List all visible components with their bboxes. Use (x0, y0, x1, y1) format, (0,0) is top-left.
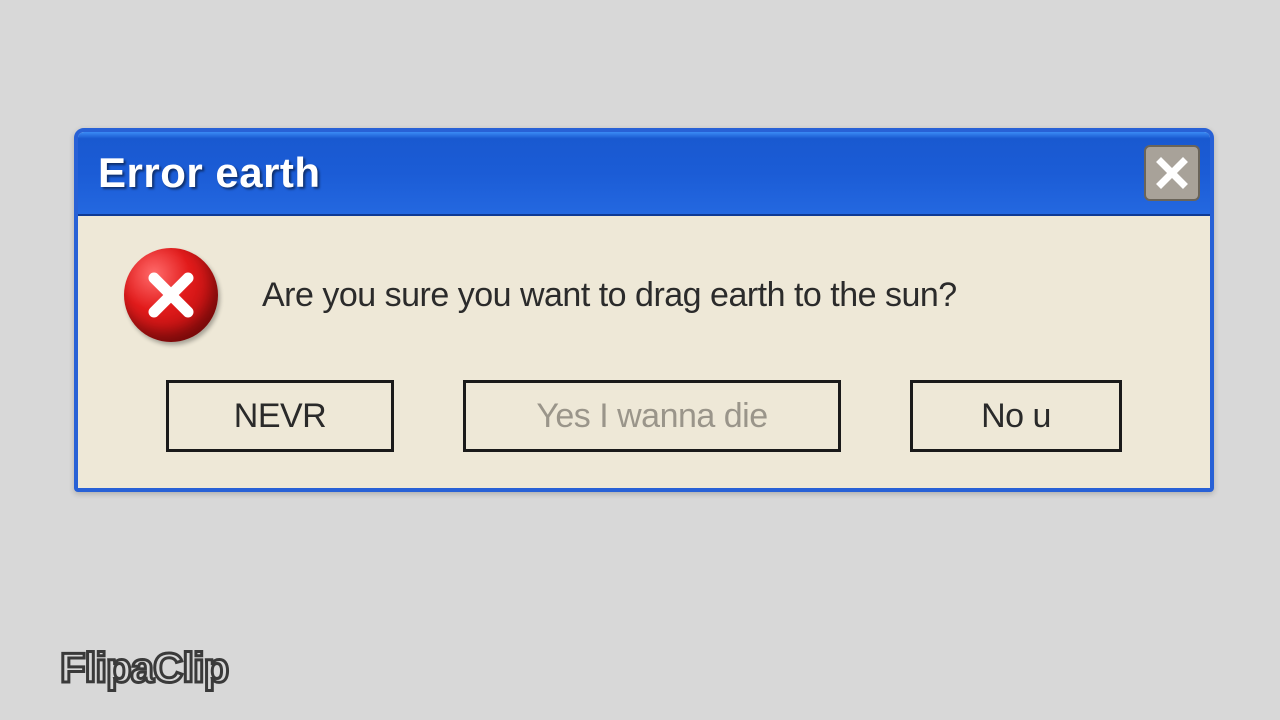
button-label: No u (981, 397, 1051, 436)
message-row: Are you sure you want to drag earth to t… (118, 248, 1170, 342)
close-icon (1155, 156, 1189, 190)
button-label: NEVR (234, 397, 326, 436)
nevr-button[interactable]: NEVR (166, 380, 394, 452)
dialog-body: Are you sure you want to drag earth to t… (78, 216, 1210, 488)
dialog-message: Are you sure you want to drag earth to t… (262, 276, 957, 315)
watermark: FlipaClip (60, 644, 228, 692)
error-icon (124, 248, 218, 342)
titlebar[interactable]: Error earth (78, 132, 1210, 216)
button-label: Yes I wanna die (536, 397, 767, 436)
nou-button[interactable]: No u (910, 380, 1122, 452)
window-title: Error earth (98, 149, 321, 197)
button-row: NEVR Yes I wanna die No u (118, 380, 1170, 452)
close-button[interactable] (1144, 145, 1200, 201)
error-dialog: Error earth Are you sure you want to dra… (74, 128, 1214, 492)
yes-button[interactable]: Yes I wanna die (463, 380, 841, 452)
